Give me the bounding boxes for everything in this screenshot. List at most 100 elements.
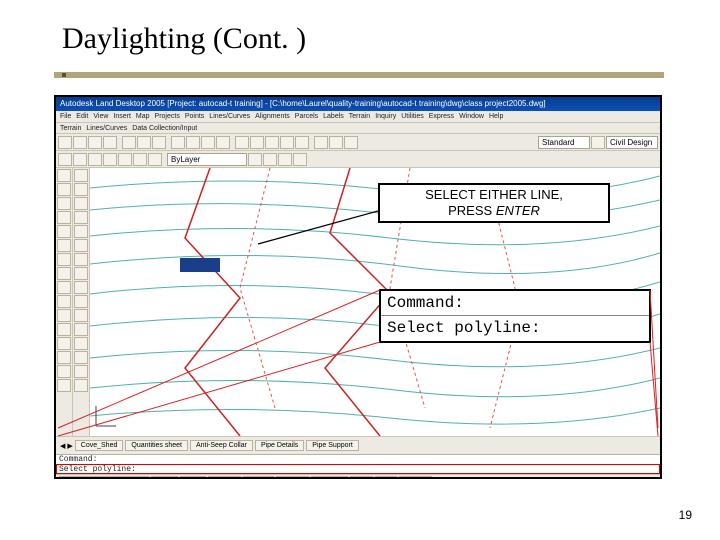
menu-item[interactable]: Utilities [401,111,424,122]
layer-combo[interactable]: Standard [538,136,590,149]
toolbar-button[interactable] [122,136,136,149]
tool-button[interactable] [74,295,88,308]
menu-item[interactable]: Projects [155,111,180,122]
tool-button[interactable] [74,211,88,224]
menu-item[interactable]: Help [489,111,503,122]
toolbar-button[interactable] [88,153,102,166]
status-toggle[interactable]: SNAP [151,476,178,479]
status-toggle[interactable]: DYN [350,476,373,479]
tool-button[interactable] [57,183,71,196]
toolbar-button[interactable] [186,136,200,149]
status-toggle[interactable]: LWT [375,476,397,479]
toolbar-button[interactable] [295,136,309,149]
cad-command-line-1[interactable]: Command: [56,454,660,464]
toolbar-button[interactable] [263,153,277,166]
toolbar-button[interactable] [280,136,294,149]
tool-button[interactable] [74,267,88,280]
tool-button[interactable] [57,337,71,350]
toolbar-button[interactable] [133,153,147,166]
menu-item[interactable]: Lines/Curves [209,111,250,122]
tab-nav-left[interactable]: ◀ [60,442,65,450]
layout-tab[interactable]: Pipe Support [306,440,358,451]
menu-item[interactable]: Points [185,111,204,122]
status-toggle[interactable]: GRID [180,476,206,479]
tool-button[interactable] [74,351,88,364]
tool-button[interactable] [57,365,71,378]
toolbar-button[interactable] [235,136,249,149]
tool-button[interactable] [74,379,88,392]
tool-button[interactable] [74,337,88,350]
layout-tab[interactable]: Pipe Details [255,440,304,451]
layout-tab[interactable]: Cove_Shed [75,440,124,451]
tool-button[interactable] [74,281,88,294]
tool-button[interactable] [57,309,71,322]
tool-button[interactable] [74,253,88,266]
menu-item[interactable]: File [60,111,71,122]
layout-tab[interactable]: Quantities sheet [125,440,188,451]
sub-item[interactable]: Lines/Curves [86,123,127,133]
tool-button[interactable] [57,253,71,266]
toolbar-button[interactable] [171,136,185,149]
sub-item[interactable]: Terrain [60,123,81,133]
menu-item[interactable]: Labels [323,111,344,122]
tool-button[interactable] [74,309,88,322]
menu-item[interactable]: Insert [113,111,131,122]
status-toggle[interactable]: ORTHO [208,476,241,479]
toolbar-button[interactable] [58,136,72,149]
tool-button[interactable] [74,225,88,238]
toolbar-button[interactable] [293,153,307,166]
menu-item[interactable]: Terrain [349,111,370,122]
toolbar-button[interactable] [216,136,230,149]
menu-item[interactable]: Inquiry [375,111,396,122]
status-toggle[interactable]: OSNAP [276,476,309,479]
menu-item[interactable]: Parcels [295,111,318,122]
toolbar-button[interactable] [152,136,166,149]
toolbar-button[interactable] [201,136,215,149]
toolbar-button[interactable] [103,136,117,149]
toolbar-button[interactable] [314,136,328,149]
tool-button[interactable] [74,169,88,182]
tool-button[interactable] [74,323,88,336]
toolbar-button[interactable] [73,136,87,149]
tool-button[interactable] [57,239,71,252]
menu-item[interactable]: Express [429,111,454,122]
toolbar-button[interactable] [329,136,343,149]
toolbar-button[interactable] [103,153,117,166]
tool-button[interactable] [74,197,88,210]
status-toggle[interactable]: MODEL [399,476,432,479]
sub-item[interactable]: Data Collection/Input [132,123,197,133]
toolbar-button[interactable] [265,136,279,149]
cad-command-line-2[interactable]: Select polyline: [56,464,660,474]
layout-tab[interactable]: Anti-Seep Collar [190,440,253,451]
tool-button[interactable] [57,169,71,182]
toolbar-button[interactable] [118,153,132,166]
menu-item[interactable]: View [93,111,108,122]
tool-button[interactable] [57,323,71,336]
toolbar-button[interactable] [344,136,358,149]
toolbar-button[interactable] [250,136,264,149]
status-toggle[interactable]: OTRACK [311,476,348,479]
toolbar-button[interactable] [137,136,151,149]
tool-button[interactable] [57,281,71,294]
toolbar-button[interactable] [73,153,87,166]
status-toggle[interactable]: POLAR [243,476,275,479]
tool-button[interactable] [57,211,71,224]
tool-button[interactable] [57,379,71,392]
toolbar-button[interactable] [278,153,292,166]
tool-button[interactable] [57,197,71,210]
menu-item[interactable]: Alignments [255,111,290,122]
menu-item[interactable]: Map [136,111,150,122]
tab-nav-right[interactable]: ▶ [67,442,72,450]
toolbar-button[interactable] [248,153,262,166]
style-combo[interactable]: ByLayer [167,153,247,166]
tool-button[interactable] [74,183,88,196]
tool-button[interactable] [57,351,71,364]
tool-button[interactable] [74,239,88,252]
menu-item[interactable]: Window [459,111,484,122]
toolbar-button[interactable] [591,136,605,149]
cad-menubar[interactable]: File Edit View Insert Map Projects Point… [56,111,660,123]
menu-item[interactable]: Edit [76,111,88,122]
tool-button[interactable] [74,365,88,378]
tool-button[interactable] [57,295,71,308]
toolbar-button[interactable] [88,136,102,149]
